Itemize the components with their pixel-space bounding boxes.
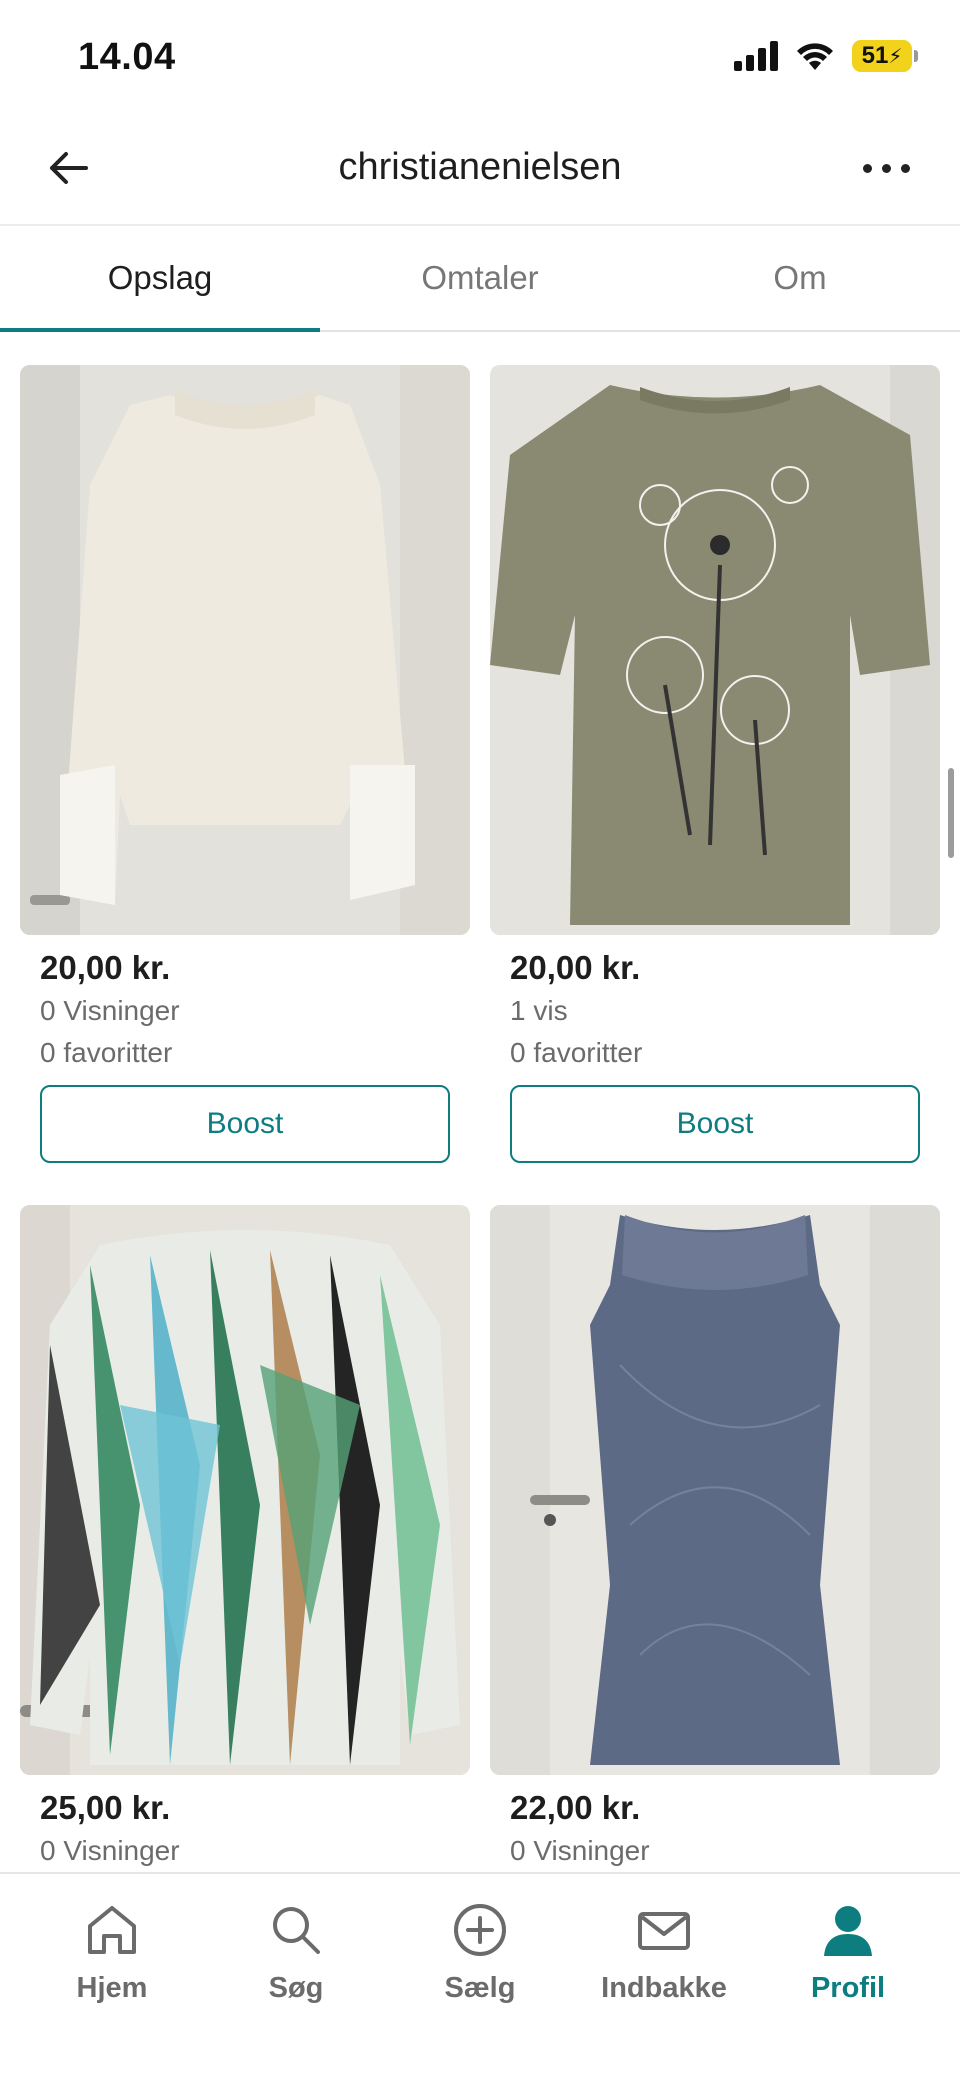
listing-card[interactable]: 25,00 kr. 0 Visninger <box>20 1205 470 1869</box>
listing-price: 25,00 kr. <box>40 1789 171 1826</box>
more-options-button[interactable] <box>852 140 920 196</box>
listing-card[interactable]: 20,00 kr. 0 Visninger 0 favoritter Boost <box>20 365 470 1163</box>
listing-photo-patterned-blouse[interactable] <box>20 1205 470 1775</box>
search-icon <box>273 1907 320 1954</box>
tab-opslag[interactable]: Opslag <box>0 226 320 332</box>
nav-label: Profil <box>810 1972 886 2004</box>
nav-item-sell[interactable]: Sælg <box>400 1900 560 2078</box>
battery-level: 51 <box>861 42 889 69</box>
bottom-navigation: Hjem Søg Sælg Indbakke Profil <box>0 1872 960 2078</box>
status-time: 14.04 <box>78 36 176 78</box>
listing-views: 0 Visninger <box>40 1835 180 1866</box>
listing-favorites: 0 favoritter <box>510 1037 643 1068</box>
profile-tabs: Opslag Omtaler Om <box>0 226 960 332</box>
more-dot-icon <box>900 163 910 173</box>
nav-label: Indbakke <box>601 1972 727 2004</box>
listing-views: 0 Visninger <box>40 995 180 1026</box>
home-icon <box>88 1906 136 1954</box>
battery-icon: 51 ⚡ <box>852 40 918 72</box>
nav-item-inbox[interactable]: Indbakke <box>584 1900 744 2078</box>
nav-item-search[interactable]: Søg <box>216 1900 376 2078</box>
listing-favorites: 0 favoritter <box>40 1037 173 1068</box>
nav-label: Sælg <box>444 1972 516 2004</box>
scroll-indicator[interactable] <box>948 768 954 858</box>
listing-price: 22,00 kr. <box>510 1789 641 1826</box>
listing-card[interactable]: 20,00 kr. 1 vis 0 favoritter Boost <box>490 365 940 1163</box>
tab-omtaler[interactable]: Omtaler <box>320 226 640 330</box>
more-dot-icon <box>881 163 891 173</box>
listing-photo-blue-dress[interactable] <box>490 1205 940 1775</box>
cellular-signal-icon <box>734 41 778 71</box>
listing-views: 1 vis <box>510 995 568 1026</box>
boost-button[interactable]: Boost <box>510 1085 920 1163</box>
status-icons: 51 ⚡ <box>734 40 918 72</box>
charging-bolt-icon: ⚡ <box>888 45 903 68</box>
tab-om[interactable]: Om <box>640 226 960 330</box>
status-bar: 14.04 51 ⚡ <box>0 0 960 110</box>
listing-photo-olive-tshirt[interactable] <box>490 365 940 935</box>
top-bar: christianenielsen <box>0 110 960 226</box>
mail-icon <box>638 1912 690 1950</box>
listing-card[interactable]: 22,00 kr. 0 Visninger <box>490 1205 940 1869</box>
more-dot-icon <box>862 163 872 173</box>
listing-views: 0 Visninger <box>510 1835 650 1866</box>
nav-label: Hjem <box>76 1972 148 2004</box>
boost-button[interactable]: Boost <box>40 1085 450 1163</box>
nav-label: Søg <box>268 1972 324 2004</box>
nav-item-home[interactable]: Hjem <box>32 1900 192 2078</box>
plus-circle-icon <box>454 1904 506 1956</box>
listing-price: 20,00 kr. <box>510 949 641 986</box>
wifi-icon <box>797 43 833 70</box>
listing-photo-cream-sweater[interactable] <box>20 365 470 935</box>
profile-icon <box>824 1906 872 1956</box>
listing-price: 20,00 kr. <box>40 949 171 986</box>
page-title: christianenielsen <box>338 146 622 188</box>
nav-item-profile[interactable]: Profil <box>768 1900 928 2078</box>
